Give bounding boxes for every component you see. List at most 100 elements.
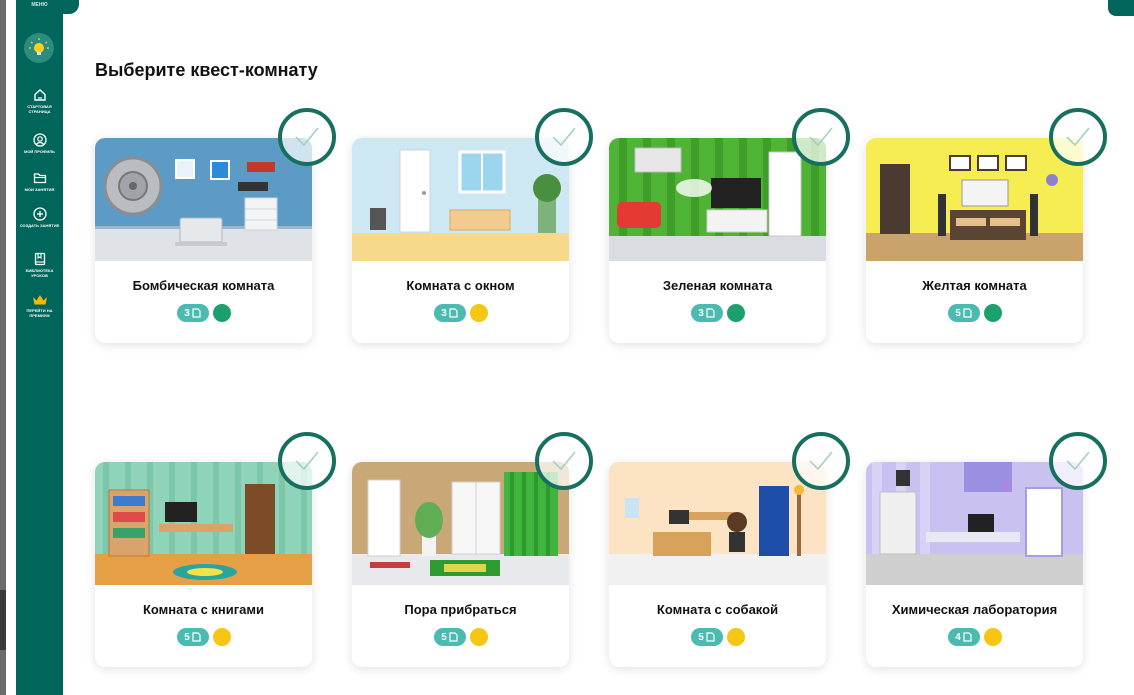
page-icon [963,632,972,642]
sidebar-item-create-lesson[interactable]: СОЗДАТЬ ЗАНЯТИЕ [16,207,63,228]
check-icon [1066,451,1090,471]
room-card-dog[interactable]: Комната с собакой 5 [609,432,850,667]
sidebar-item-home[interactable]: СТАРТОВАЯ СТРАНИЦА [16,88,63,114]
room-card-cleanup[interactable]: Пора прибраться 5 [352,432,593,667]
check-icon [552,451,576,471]
plus-circle-icon [32,207,47,221]
check-icon [809,127,833,147]
room-image [609,138,826,261]
room-image [609,462,826,585]
room-meta: 3 [95,304,312,322]
page-icon [963,308,972,318]
sidebar-item-label: СТАРТОВАЯ СТРАНИЦА [27,104,52,114]
folder-icon [33,173,46,184]
logo[interactable] [24,33,54,63]
room-image [352,462,569,585]
room-card-books[interactable]: Комната с книгами 5 [95,432,336,667]
book-icon [34,252,45,266]
corner-tab[interactable] [1108,0,1134,16]
sidebar-item-profile[interactable]: МОЙ ПРОФИЛЬ [16,133,63,154]
pages-count: 5 [441,631,447,643]
room-meta: 5 [866,304,1083,322]
page-icon [192,308,201,318]
difficulty-dot [983,628,1002,646]
pages-count: 5 [955,307,961,319]
pages-count-badge: 3 [690,304,723,322]
room-title: Комната с собакой [656,602,779,617]
pages-count-badge: 3 [433,304,466,322]
difficulty-dot [726,304,745,322]
pages-count: 5 [184,631,190,643]
completed-check-badge[interactable] [792,108,850,166]
room-image [95,138,312,261]
page-icon [706,308,715,318]
pages-count-badge: 3 [176,304,209,322]
room-card-chemistry-lab[interactable]: Химическая лаборатория 4 [866,432,1107,667]
completed-check-badge[interactable] [535,432,593,490]
pages-count: 3 [441,307,447,319]
page-title: Выберите квест-комнату [95,60,318,80]
difficulty-dot [469,304,488,322]
sidebar-menu-label: МЕНЮ [31,2,48,8]
check-icon [552,127,576,147]
room-card-yellow[interactable]: Желтая комната 5 [866,108,1107,343]
room-card-bomb[interactable]: Бомбическая комната 3 [95,108,336,343]
check-icon [809,451,833,471]
room-card-window[interactable]: Комната с окном 3 [352,108,593,343]
sidebar-item-premium[interactable]: ПЕРЕЙТИ НА ПРЕМИУМ [16,294,63,318]
difficulty-dot [726,628,745,646]
room-meta: 5 [95,628,312,646]
pages-count-badge: 5 [690,628,723,646]
room-title: Комната с книгами [142,602,265,617]
room-image [866,138,1083,261]
page-icon [706,632,715,642]
check-icon [295,127,319,147]
difficulty-dot [469,628,488,646]
crown-icon [32,295,47,305]
pages-count-badge: 5 [947,304,980,322]
window-edge-handle [0,590,6,650]
room-title: Желтая комната [922,278,1027,293]
pages-count: 3 [184,307,190,319]
sidebar-item-my-lessons[interactable]: МОИ ЗАНЯТИЯ [16,171,63,192]
sidebar-item-label: МОИ ЗАНЯТИЯ [24,187,55,192]
sidebar-item-label: БИБЛИОТЕКА УРОКОВ [25,268,54,278]
check-icon [1066,127,1090,147]
pages-count: 4 [955,631,961,643]
room-title: Бомбическая комната [132,278,275,293]
completed-check-badge[interactable] [278,432,336,490]
completed-check-badge[interactable] [535,108,593,166]
difficulty-dot [212,628,231,646]
room-meta: 4 [866,628,1083,646]
sidebar-item-library[interactable]: БИБЛИОТЕКА УРОКОВ [16,252,63,278]
pages-count: 5 [698,631,704,643]
home-icon [33,89,46,101]
completed-check-badge[interactable] [1049,108,1107,166]
room-meta: 5 [609,628,826,646]
pages-count: 3 [698,307,704,319]
completed-check-badge[interactable] [792,432,850,490]
room-card-green[interactable]: Зеленая комната 3 [609,108,850,343]
room-meta: 3 [352,304,569,322]
sidebar-item-label: ПЕРЕЙТИ НА ПРЕМИУМ [26,308,53,318]
room-title: Пора прибраться [404,602,517,617]
room-image [866,462,1083,585]
sidebar-collapse-tab[interactable] [63,0,79,14]
difficulty-dot [212,304,231,322]
page-icon [192,632,201,642]
completed-check-badge[interactable] [1049,432,1107,490]
room-image [352,138,569,261]
sidebar-item-label: СОЗДАТЬ ЗАНЯТИЕ [19,223,60,228]
profile-icon [32,133,47,147]
lightbulb-icon [29,38,49,55]
sidebar-item-label: МОЙ ПРОФИЛЬ [23,149,55,154]
check-icon [295,451,319,471]
page-icon [449,308,458,318]
room-meta: 5 [352,628,569,646]
room-title: Комната с окном [406,278,515,293]
completed-check-badge[interactable] [278,108,336,166]
room-meta: 3 [609,304,826,322]
page-icon [449,632,458,642]
pages-count-badge: 5 [176,628,209,646]
sidebar: МЕНЮ СТАРТОВАЯ СТРАНИЦА МОЙ ПРОФИЛЬ МОИ … [16,0,63,695]
